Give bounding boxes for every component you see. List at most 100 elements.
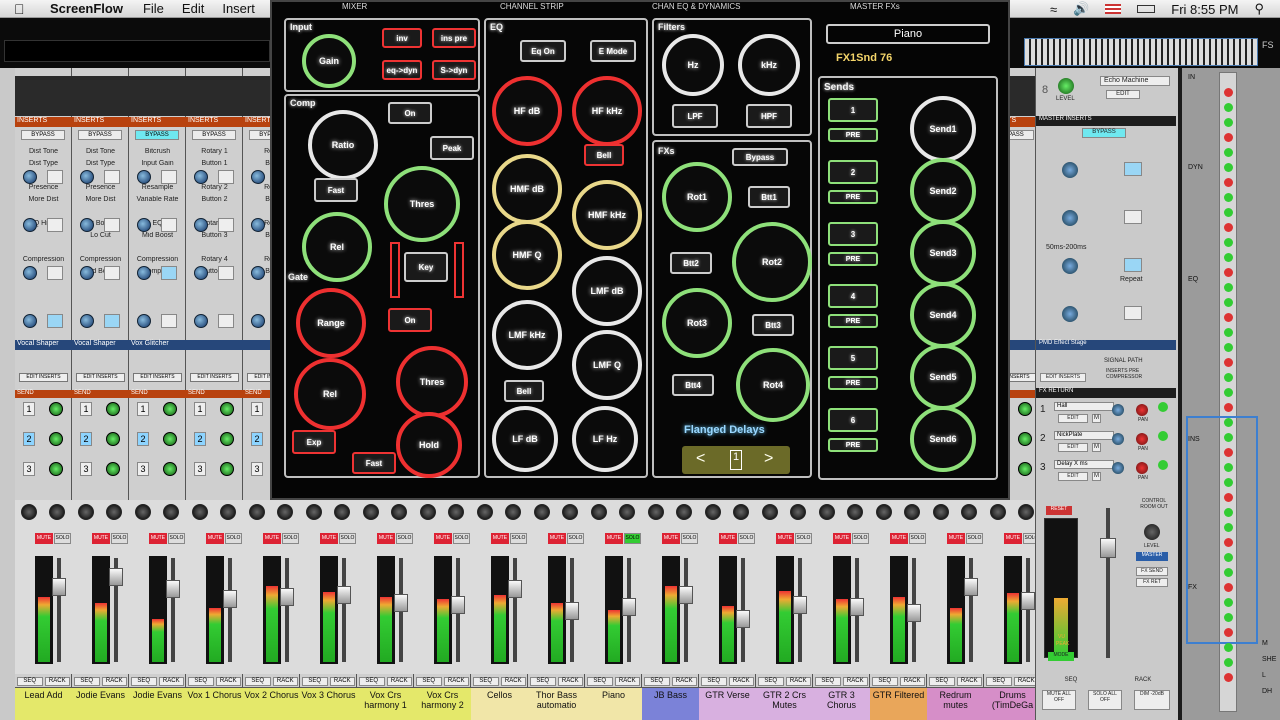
channel-name[interactable]: Vox 3 Chorus [300,687,357,720]
pan-knob[interactable] [163,504,179,520]
fader-cap[interactable] [166,580,180,598]
fx-return-edit[interactable]: EDIT [1058,443,1088,452]
seq-button[interactable]: SEQ [245,677,271,686]
width-knob[interactable] [876,504,892,520]
mute-button[interactable]: MUTE [320,533,338,544]
mute-button[interactable]: MUTE [149,533,167,544]
e-mode-button[interactable]: E Mode [590,40,636,62]
app-menu[interactable]: ScreenFlow [50,1,123,16]
mute-button[interactable]: MUTE [548,533,566,544]
fx-return-green[interactable] [1158,460,1168,470]
insert-rotary-knob[interactable] [251,266,265,280]
fader-cap[interactable] [964,578,978,596]
lmf-db-knob[interactable]: LMF dB [572,256,642,326]
insert-button[interactable] [104,218,120,232]
insert-button[interactable] [47,314,63,328]
comp-rel-knob[interactable]: Rel [302,212,372,282]
send-number-button[interactable]: 2 [137,432,149,446]
send-level-knob[interactable] [106,462,120,476]
insert-rotary-knob[interactable] [80,266,94,280]
hmf-db-knob[interactable]: HMF dB [492,154,562,224]
width-knob[interactable] [648,504,664,520]
master-insert-knob[interactable] [1062,306,1078,322]
rack-button[interactable]: RACK [671,677,697,686]
gate-rel-knob[interactable]: Rel [294,358,366,430]
rack-button[interactable]: RACK [899,677,925,686]
bypass-button[interactable]: BYPASS [78,130,122,140]
fader-cap[interactable] [109,568,123,586]
rack-button[interactable]: RACK [956,677,982,686]
send-number-button[interactable]: 5 [828,346,878,370]
solo-all-button[interactable]: SOLO ALL OFF [1088,690,1122,710]
seq-button[interactable]: SEQ [644,677,670,686]
width-knob[interactable] [705,504,721,520]
insert-button[interactable] [47,170,63,184]
solo-button[interactable]: SOLO [510,533,527,544]
fader-cap[interactable] [850,598,864,616]
pan-knob[interactable] [334,504,350,520]
bypass-button[interactable]: BYPASS [135,130,179,140]
fx-return-level-knob[interactable] [1112,462,1124,474]
insert-rotary-knob[interactable] [80,218,94,232]
tab-chan-eq[interactable]: CHAN EQ & DYNAMICS [652,2,740,11]
ratio-knob[interactable]: Ratio [308,110,378,180]
channel-name[interactable]: Redrum mutes [927,687,984,720]
filter-hz-knob[interactable]: Hz [662,34,724,96]
fx-return-pan-knob[interactable] [1136,433,1148,445]
s-dyn-button[interactable]: S->dyn [432,60,476,80]
fx-return-m[interactable]: M [1092,443,1101,452]
fx-return-level-knob[interactable] [1112,433,1124,445]
fx-return-pan-knob[interactable] [1136,404,1148,416]
key-button[interactable]: Key [404,252,448,282]
mute-button[interactable]: MUTE [947,533,965,544]
fader-cap[interactable] [622,598,636,616]
send-knob[interactable]: Send2 [910,158,976,224]
hf-db-knob[interactable]: HF dB [492,76,562,146]
fx-return-edit[interactable]: EDIT [1058,414,1088,423]
fx-bypass-button[interactable]: Bypass [732,148,788,166]
pan-knob[interactable] [733,504,749,520]
channel-name[interactable]: GTR Filtered [870,687,927,720]
bypass-button[interactable]: BYPASS [21,130,65,140]
insert-rotary-knob[interactable] [137,218,151,232]
fx-return-m[interactable]: M [1092,472,1101,481]
master-insert-knob[interactable] [1062,258,1078,274]
gate-on-button[interactable]: On [388,308,432,332]
send-number-button[interactable]: 2 [828,160,878,184]
rack-button[interactable]: RACK [614,677,640,686]
lf-hz-knob[interactable]: LF Hz [572,406,638,472]
send-level-knob[interactable] [106,402,120,416]
send-number-button[interactable]: 3 [194,462,206,476]
width-knob[interactable] [990,504,1006,520]
width-knob[interactable] [762,504,778,520]
send-number-button[interactable]: 6 [828,408,878,432]
rack-side-l[interactable]: L [1262,672,1266,679]
send-level-knob[interactable] [49,432,63,446]
fx-return-green[interactable] [1158,431,1168,441]
solo-button[interactable]: SOLO [909,533,926,544]
insert-rotary-knob[interactable] [23,170,37,184]
send-number-button[interactable]: 2 [194,432,206,446]
mute-button[interactable]: MUTE [491,533,509,544]
fader-cap[interactable] [793,596,807,614]
send-pre-button[interactable]: PRE [828,190,878,204]
prev-patch-button[interactable]: < [696,450,705,468]
seq-button[interactable]: SEQ [131,677,157,686]
insert-button[interactable] [47,218,63,232]
solo-button[interactable]: SOLO [225,533,242,544]
channel-name[interactable]: Thor Bass automatio [528,687,585,720]
mute-button[interactable]: MUTE [263,533,281,544]
send-pre-button[interactable]: PRE [828,314,878,328]
width-knob[interactable] [819,504,835,520]
rack-side-m[interactable]: M [1262,640,1268,647]
mute-button[interactable]: MUTE [377,533,395,544]
seq-button[interactable]: SEQ [701,677,727,686]
insert-rotary-knob[interactable] [80,170,94,184]
width-knob[interactable] [534,504,550,520]
fader-cap[interactable] [394,594,408,612]
width-knob[interactable] [591,504,607,520]
rot3-knob[interactable]: Rot3 [662,288,732,358]
rack-button[interactable]: RACK [728,677,754,686]
mute-button[interactable]: MUTE [776,533,794,544]
pan-knob[interactable] [49,504,65,520]
